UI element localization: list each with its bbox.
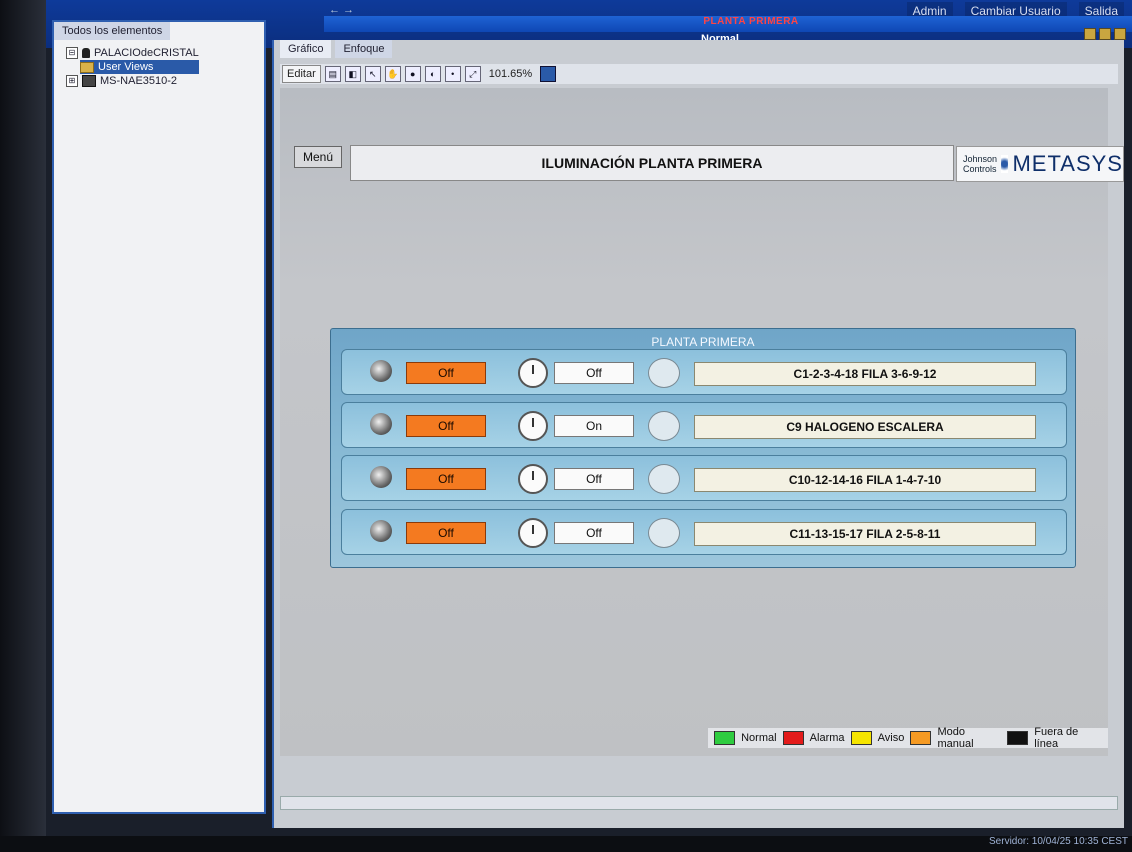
lighting-control-panel: PLANTA PRIMERA Off Off C1-2-3-4-18 FILA … — [330, 328, 1076, 568]
zoom-out-icon[interactable]: ◐ — [424, 66, 441, 82]
zoom-dropdown-icon[interactable] — [540, 66, 557, 82]
tree-item-palacio[interactable]: ⊟ PALACIOdeCRISTAL — [66, 46, 199, 60]
tree-item-nae[interactable]: ⊞ MS-NAE3510-2 — [66, 74, 199, 88]
legend-swatch-manual — [910, 731, 932, 745]
window-controls — [1084, 28, 1126, 40]
folder-icon — [80, 61, 94, 73]
clock-icon[interactable] — [518, 411, 548, 441]
zoom-reset-icon[interactable]: • — [444, 66, 461, 82]
circuit-label: C11-13-15-17 FILA 2-5-8-11 — [694, 522, 1036, 546]
tree-item-label: MS-NAE3510-2 — [100, 75, 178, 87]
pointer-icon[interactable]: ↖ — [364, 66, 381, 82]
main-panel: Gráfico Enfoque Editar ▤ ◧ ↖ ✋ ● ◐ • ⤢ 1… — [272, 40, 1124, 828]
monitor-bezel-bottom — [0, 836, 1132, 852]
close-icon[interactable] — [1114, 28, 1126, 40]
server-timestamp: Servidor: 10/04/25 10:35 CEST — [989, 836, 1128, 847]
manual-mode-button[interactable]: Off — [406, 468, 486, 490]
circuit-label: C9 HALOGENO ESCALERA — [694, 415, 1036, 439]
edit-button[interactable]: Editar — [282, 65, 321, 83]
status-indicator — [648, 358, 680, 388]
monitor-bezel — [0, 0, 46, 852]
legend-swatch-warning — [850, 731, 872, 745]
tab-enfoque[interactable]: Enfoque — [335, 40, 393, 58]
lock-icon[interactable] — [1084, 28, 1096, 40]
logo-mark-icon — [1001, 155, 1009, 173]
schedule-state-button[interactable]: On — [554, 415, 634, 437]
logo-jc-text: Johnson Controls — [963, 154, 998, 174]
status-indicator — [648, 518, 680, 548]
schedule-state-button[interactable]: Off — [554, 362, 634, 384]
tree-item-user-views[interactable]: User Views — [80, 60, 199, 74]
clock-icon[interactable] — [518, 518, 548, 548]
clock-icon[interactable] — [518, 358, 548, 388]
tree-item-label: User Views — [98, 61, 154, 73]
menu-button[interactable]: Menú — [294, 146, 342, 168]
circuit-label: C10-12-14-16 FILA 1-4-7-10 — [694, 468, 1036, 492]
graphic-toolbar: Editar ▤ ◧ ↖ ✋ ● ◐ • ⤢ 101.65% — [280, 64, 1118, 84]
graphic-canvas: Menú ILUMINACIÓN PLANTA PRIMERA Johnson … — [280, 88, 1124, 756]
person-icon — [82, 48, 90, 58]
tab-grafico[interactable]: Gráfico — [280, 40, 332, 58]
horizontal-scrollbar[interactable] — [280, 796, 1118, 810]
status-legend: Normal Alarma Aviso Modo manual Fuera de… — [708, 726, 1108, 750]
circuit-row: Off On C9 HALOGENO ESCALERA — [341, 402, 1067, 448]
zoom-level: 101.65% — [488, 68, 533, 80]
panel-title: PLANTA PRIMERA — [651, 335, 755, 349]
export-icon[interactable]: ◧ — [344, 66, 361, 82]
circuit-row: Off Off C10-12-14-16 FILA 1-4-7-10 — [341, 455, 1067, 501]
circuit-row: Off Off C1-2-3-4-18 FILA 3-6-9-12 — [341, 349, 1067, 395]
nav-arrows[interactable]: ← → — [329, 4, 354, 16]
metasys-logo: Johnson Controls METASYS — [956, 146, 1124, 182]
logo-metasys-text: METASYS — [1012, 151, 1123, 176]
legend-swatch-offline — [1007, 731, 1029, 745]
circuit-label: C1-2-3-4-18 FILA 3-6-9-12 — [694, 362, 1036, 386]
zoom-in-icon[interactable]: ● — [404, 66, 421, 82]
legend-swatch-normal — [714, 731, 736, 745]
legend-label: Normal — [741, 732, 777, 744]
legend-swatch-alarm — [782, 731, 804, 745]
tree-item-label: PALACIOdeCRISTAL — [94, 47, 199, 59]
print-icon[interactable]: ▤ — [324, 66, 341, 82]
legend-label: Alarma — [809, 732, 845, 744]
view-tabs: Gráfico Enfoque — [280, 40, 393, 58]
schedule-state-button[interactable]: Off — [554, 468, 634, 490]
magnifier-icon[interactable] — [370, 360, 392, 382]
hand-icon[interactable]: ✋ — [384, 66, 401, 82]
window-title: PLANTA PRIMERA — [324, 16, 1132, 32]
manual-mode-button[interactable]: Off — [406, 522, 486, 544]
restore-icon[interactable] — [1099, 28, 1111, 40]
tab-all-elements[interactable]: Todos los elementos — [54, 22, 171, 40]
page-title: ILUMINACIÓN PLANTA PRIMERA — [350, 145, 954, 181]
magnifier-icon[interactable] — [370, 466, 392, 488]
circuit-row: Off Off C11-13-15-17 FILA 2-5-8-11 — [341, 509, 1067, 555]
legend-label: Aviso — [877, 732, 905, 744]
magnifier-icon[interactable] — [370, 413, 392, 435]
navigation-tree-panel: Todos los elementos ⊟ PALACIOdeCRISTAL U… — [52, 20, 266, 814]
collapse-icon[interactable]: ⊟ — [66, 47, 78, 59]
expand-icon[interactable]: ⊞ — [66, 75, 78, 87]
schedule-state-button[interactable]: Off — [554, 522, 634, 544]
device-icon — [82, 75, 96, 87]
legend-label: Modo manual — [937, 726, 974, 750]
clock-icon[interactable] — [518, 464, 548, 494]
legend-label: Fuera de línea — [1034, 726, 1079, 750]
manual-mode-button[interactable]: Off — [406, 415, 486, 437]
status-indicator — [648, 411, 680, 441]
magnifier-icon[interactable] — [370, 520, 392, 542]
tree-list: ⊟ PALACIOdeCRISTAL User Views ⊞ MS-NAE35… — [66, 46, 199, 88]
status-indicator — [648, 464, 680, 494]
manual-mode-button[interactable]: Off — [406, 362, 486, 384]
zoom-fit-icon[interactable]: ⤢ — [464, 66, 481, 82]
